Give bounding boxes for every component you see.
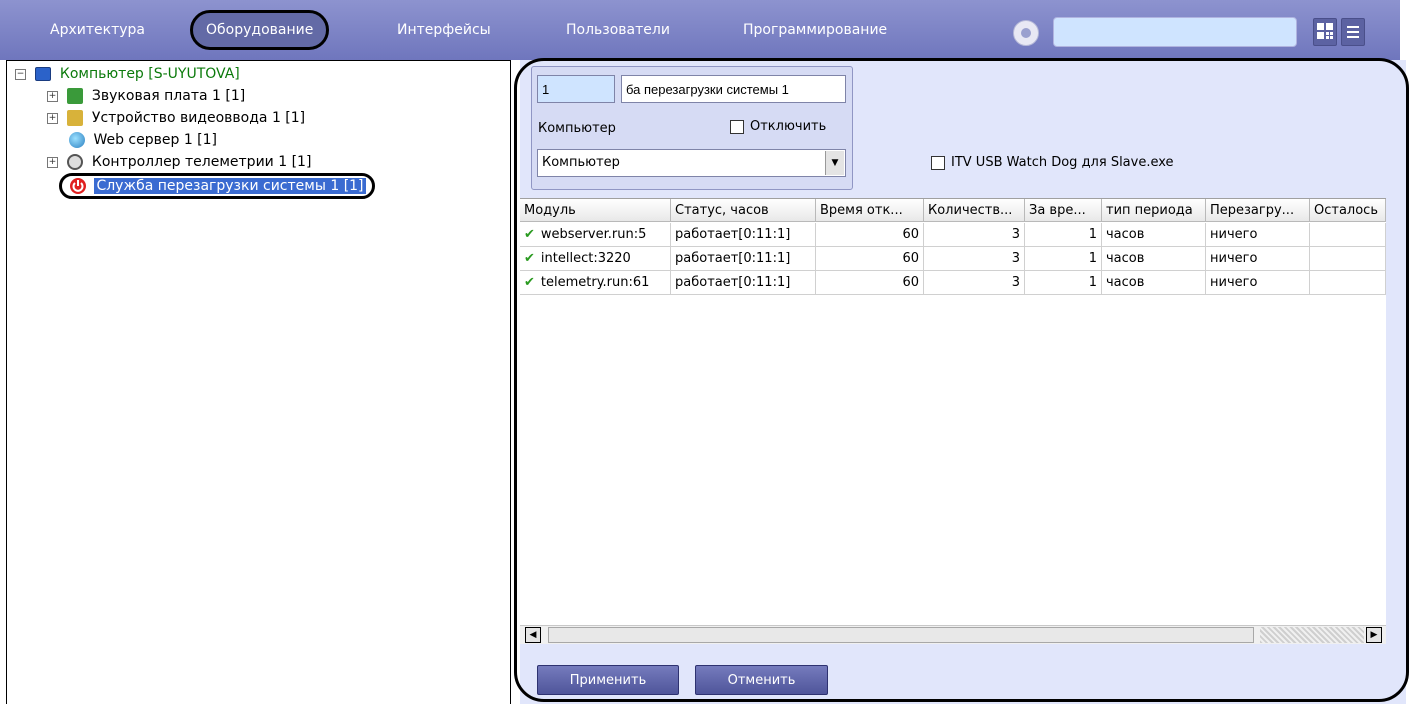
tree-item-reboot-service[interactable]: Служба перезагрузки системы 1 [1] <box>59 173 375 199</box>
id-field[interactable] <box>537 75 615 103</box>
tree-root-computer[interactable]: − Компьютер [S-UYUTOVA] <box>15 64 240 84</box>
cell-status[interactable]: работает[0:11:1] <box>671 271 816 295</box>
module-settings-group: Компьютер Отключить Компьютер ▼ <box>531 66 853 190</box>
cell-remaining[interactable] <box>1310 271 1386 295</box>
expand-icon[interactable]: + <box>47 90 58 102</box>
tree-item-label: Служба перезагрузки системы 1 [1] <box>94 178 366 194</box>
disable-checkbox[interactable]: Отключить <box>730 119 826 134</box>
nav-tab-interfaces[interactable]: Интерфейсы <box>397 10 491 50</box>
settings-icon[interactable] <box>1013 20 1039 46</box>
tree-item-label: Звуковая плата 1 [1] <box>91 88 246 104</box>
tree-root-label: Компьютер [S-UYUTOVA] <box>59 66 240 82</box>
cell-period[interactable]: 1 <box>1025 247 1102 271</box>
cell-count[interactable]: 3 <box>924 223 1025 247</box>
expand-icon[interactable]: + <box>47 156 58 168</box>
cell-time[interactable]: 60 <box>816 223 924 247</box>
tree-item-sound-card[interactable]: + Звуковая плата 1 [1] <box>47 86 245 106</box>
cell-module: intellect:3220 <box>540 251 631 266</box>
cell-period[interactable]: 1 <box>1025 223 1102 247</box>
scroll-right-icon[interactable]: ▶ <box>1366 627 1382 643</box>
cell-reboot[interactable]: ничего <box>1206 271 1310 295</box>
cell-reboot[interactable]: ничего <box>1206 223 1310 247</box>
watchdog-label: ITV USB Watch Dog для Slave.exe <box>951 155 1174 170</box>
telemetry-controller-icon <box>67 154 84 170</box>
checkbox-box[interactable] <box>931 155 945 170</box>
cell-time[interactable]: 60 <box>816 247 924 271</box>
cell-period[interactable]: 1 <box>1025 271 1102 295</box>
tree-item-telemetry-controller[interactable]: + Контроллер телеметрии 1 [1] <box>47 152 311 172</box>
cell-period-type[interactable]: часов <box>1102 247 1206 271</box>
tree-item-label: Устройство видеоввода 1 [1] <box>91 110 306 126</box>
checkbox-box[interactable] <box>730 119 744 134</box>
check-icon: ✔ <box>524 275 535 290</box>
web-server-icon <box>69 132 85 148</box>
watchdog-checkbox[interactable]: ITV USB Watch Dog для Slave.exe <box>931 155 1174 170</box>
column-header[interactable]: Статус, часов <box>671 199 816 222</box>
expand-icon[interactable]: + <box>47 112 58 124</box>
column-header[interactable]: Время отк... <box>816 199 924 222</box>
computer-select-value: Компьютер <box>542 155 620 170</box>
power-icon <box>70 178 86 194</box>
table-row[interactable]: ✔ telemetry.run:61 <box>520 271 671 295</box>
horizontal-scrollbar[interactable]: ◀ ▶ <box>520 625 1386 644</box>
scrollbar-track[interactable] <box>1260 627 1364 643</box>
hardware-tree-panel: − Компьютер [S-UYUTOVA] + Звуковая плата… <box>6 60 511 704</box>
cell-status[interactable]: работает[0:11:1] <box>671 223 816 247</box>
collapse-icon[interactable]: − <box>15 68 26 80</box>
cell-period-type[interactable]: часов <box>1102 223 1206 247</box>
modules-table: Модуль Статус, часов Время отк... Количе… <box>520 198 1386 639</box>
computer-label: Компьютер <box>538 121 616 136</box>
column-header[interactable]: Модуль <box>520 199 671 222</box>
dropdown-arrow-icon[interactable]: ▼ <box>825 151 844 175</box>
column-header[interactable]: Перезагру... <box>1206 199 1310 222</box>
computer-select[interactable]: Компьютер ▼ <box>537 149 846 177</box>
tree-item-label: Web сервер 1 [1] <box>93 132 218 148</box>
menu-icon[interactable] <box>1341 18 1365 46</box>
nav-tab-users[interactable]: Пользователи <box>566 10 670 50</box>
name-field[interactable] <box>621 75 846 103</box>
tree-item-video-input[interactable]: + Устройство видеоввода 1 [1] <box>47 108 305 128</box>
nav-tab-programming[interactable]: Программирование <box>743 10 887 50</box>
cell-reboot[interactable]: ничего <box>1206 247 1310 271</box>
tree-item-label: Контроллер телеметрии 1 [1] <box>91 154 312 170</box>
check-icon: ✔ <box>524 251 535 266</box>
cell-count[interactable]: 3 <box>924 247 1025 271</box>
cell-module: telemetry.run:61 <box>540 275 650 290</box>
cell-remaining[interactable] <box>1310 223 1386 247</box>
column-header[interactable]: За вре... <box>1025 199 1102 222</box>
top-navigation-bar: Архитектура Оборудование Интерфейсы Поль… <box>0 0 1400 60</box>
cell-status[interactable]: работает[0:11:1] <box>671 247 816 271</box>
cell-period-type[interactable]: часов <box>1102 271 1206 295</box>
layout-grid-icon[interactable] <box>1313 18 1337 46</box>
cancel-button[interactable]: Отменить <box>695 665 828 695</box>
column-header[interactable]: Количеств... <box>924 199 1025 222</box>
table-row[interactable]: ✔ intellect:3220 <box>520 247 671 271</box>
cell-time[interactable]: 60 <box>816 271 924 295</box>
nav-tab-architecture[interactable]: Архитектура <box>50 10 145 50</box>
disable-label: Отключить <box>750 119 827 134</box>
video-input-icon <box>67 110 84 126</box>
cell-module: webserver.run:5 <box>540 227 647 242</box>
scrollbar-thumb[interactable] <box>548 627 1254 643</box>
scroll-left-icon[interactable]: ◀ <box>525 627 541 643</box>
column-header[interactable]: Осталось <box>1310 199 1386 222</box>
table-row[interactable]: ✔ webserver.run:5 <box>520 223 671 247</box>
sound-card-icon <box>67 88 84 104</box>
cell-remaining[interactable] <box>1310 247 1386 271</box>
search-input[interactable] <box>1053 17 1297 47</box>
apply-button[interactable]: Применить <box>537 665 679 695</box>
computer-icon <box>35 67 52 81</box>
tree-item-web-server[interactable]: Web сервер 1 [1] <box>69 130 217 150</box>
column-header[interactable]: тип периода <box>1102 199 1206 222</box>
nav-tab-equipment[interactable]: Оборудование <box>190 10 330 50</box>
cell-count[interactable]: 3 <box>924 271 1025 295</box>
check-icon: ✔ <box>524 227 535 242</box>
